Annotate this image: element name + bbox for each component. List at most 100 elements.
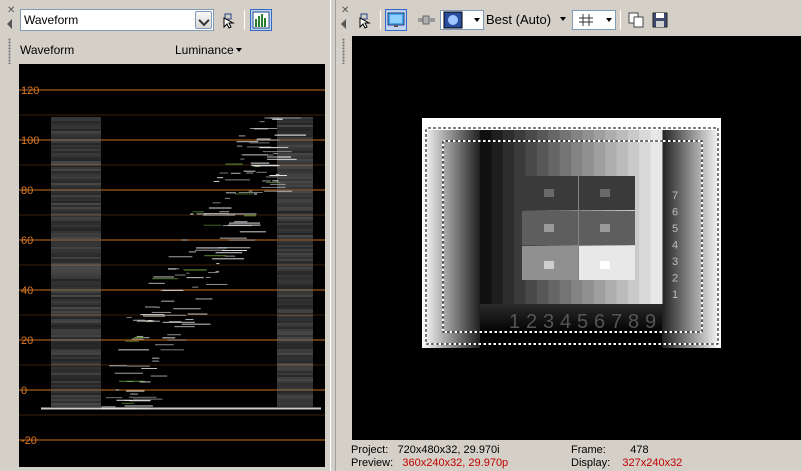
preview-quality-select[interactable]: Best (Auto) [486,12,551,27]
panel-grip[interactable] [8,38,11,64]
waveform-trace [51,225,101,227]
waveform-trace [277,315,313,317]
panel-grip[interactable] [342,38,345,64]
waveform-trace [51,367,101,369]
waveform-trace [277,401,313,403]
waveform-trace [277,313,313,315]
waveform-trace [277,327,313,329]
waveform-trace [51,133,101,135]
waveform-trace [277,271,313,273]
status-project-label: Project: [351,444,389,456]
waveform-trace [277,311,313,313]
video-scopes-panel: ✕ Waveform Waveform Luminance 120 100 80… [0,0,330,471]
channel-select[interactable]: Luminance [175,43,234,57]
waveform-trace [277,223,313,225]
waveform-trace [256,171,267,173]
waveform-trace [51,119,101,121]
save-snapshot-button[interactable] [649,9,671,31]
status-frame-label: Frame: [571,444,606,456]
external-monitor-button[interactable] [416,9,438,31]
gray-step-bar [650,130,663,304]
waveform-trace [51,329,101,331]
waveform-trace [225,179,251,181]
preview-device-button[interactable] [385,9,407,31]
waveform-trace [277,155,313,157]
waveform-trace [277,383,313,385]
waveform-trace [136,320,160,322]
waveform-trace [160,349,185,351]
gray-step-bar [639,130,652,304]
pattern-digit: 6 [594,311,605,333]
waveform-trace [188,251,197,253]
waveform-trace [277,137,313,139]
waveform-trace [277,377,313,379]
waveform-trace [277,181,313,183]
waveform-trace [277,363,313,365]
waveform-trace [221,250,247,252]
chevron-down-icon[interactable] [474,18,480,22]
triangle-left-icon[interactable] [7,19,12,29]
waveform-trace [51,289,101,291]
waveform-trace [51,377,101,379]
split-screen-button[interactable] [218,9,240,31]
waveform-trace [204,255,227,257]
waveform-trace [277,235,313,237]
chevron-down-icon[interactable] [606,18,612,22]
waveform-trace [212,258,245,260]
waveform-trace [277,301,313,303]
waveform-trace [51,403,101,405]
scope-tick-label: -20 [21,435,37,447]
waveform-trace [277,393,313,395]
waveform-trace [246,172,254,174]
chevron-down-icon[interactable] [236,48,242,52]
waveform-scope: 120 100 80 60 40 20 0 -20 [19,64,325,467]
scope-mode-label: Waveform [20,43,75,57]
waveform-trace [115,389,120,391]
waveform-trace [275,173,280,175]
copy-snapshot-button[interactable] [625,9,647,31]
split-screen-button[interactable] [354,9,376,31]
waveform-trace [51,331,101,333]
waveform-trace [277,213,313,215]
waveform-trace [151,311,172,313]
grid-select[interactable] [572,10,616,30]
pattern-digit: 8 [628,311,639,333]
waveform-trace [51,337,101,339]
overlays-select[interactable] [440,10,484,30]
video-preview[interactable]: 123456789 7654321 [352,36,801,440]
waveform-trace [277,359,313,361]
close-icon[interactable]: ✕ [341,6,349,16]
close-icon[interactable]: ✕ [7,6,15,16]
scope-type-select[interactable]: Waveform [20,9,214,31]
chevron-down-icon[interactable] [195,11,212,29]
waveform-trace [277,157,313,159]
waveform-trace [277,227,313,229]
waveform-trace [277,215,313,217]
waveform-trace [277,369,313,371]
chevron-down-icon[interactable] [560,17,566,21]
video-scopes-window: ✕ Waveform Waveform Luminance 120 100 80… [0,0,802,471]
waveform-trace [205,276,211,278]
waveform-trace [51,379,101,381]
waveform-trace [160,290,165,292]
waveform-trace [51,213,101,215]
waveform-trace [239,231,266,233]
waveform-trace [208,207,232,209]
waveform-trace [51,191,101,193]
waveform-trace [277,189,313,191]
waveform-trace [125,340,139,342]
waveform-trace [51,263,101,265]
waveform-trace [148,282,165,284]
waveform-trace [129,396,157,398]
scope-settings-button[interactable] [250,9,272,31]
gray-step-bar [502,130,515,304]
pattern-side-digit: 5 [672,223,678,235]
waveform-trace [212,202,221,204]
waveform-trace [51,393,101,395]
split-screen-icon [223,13,235,29]
waveform-trace [51,229,101,231]
waveform-trace [272,118,283,120]
waveform-trace [277,345,313,347]
waveform-trace [51,285,101,287]
triangle-left-icon[interactable] [341,19,346,29]
